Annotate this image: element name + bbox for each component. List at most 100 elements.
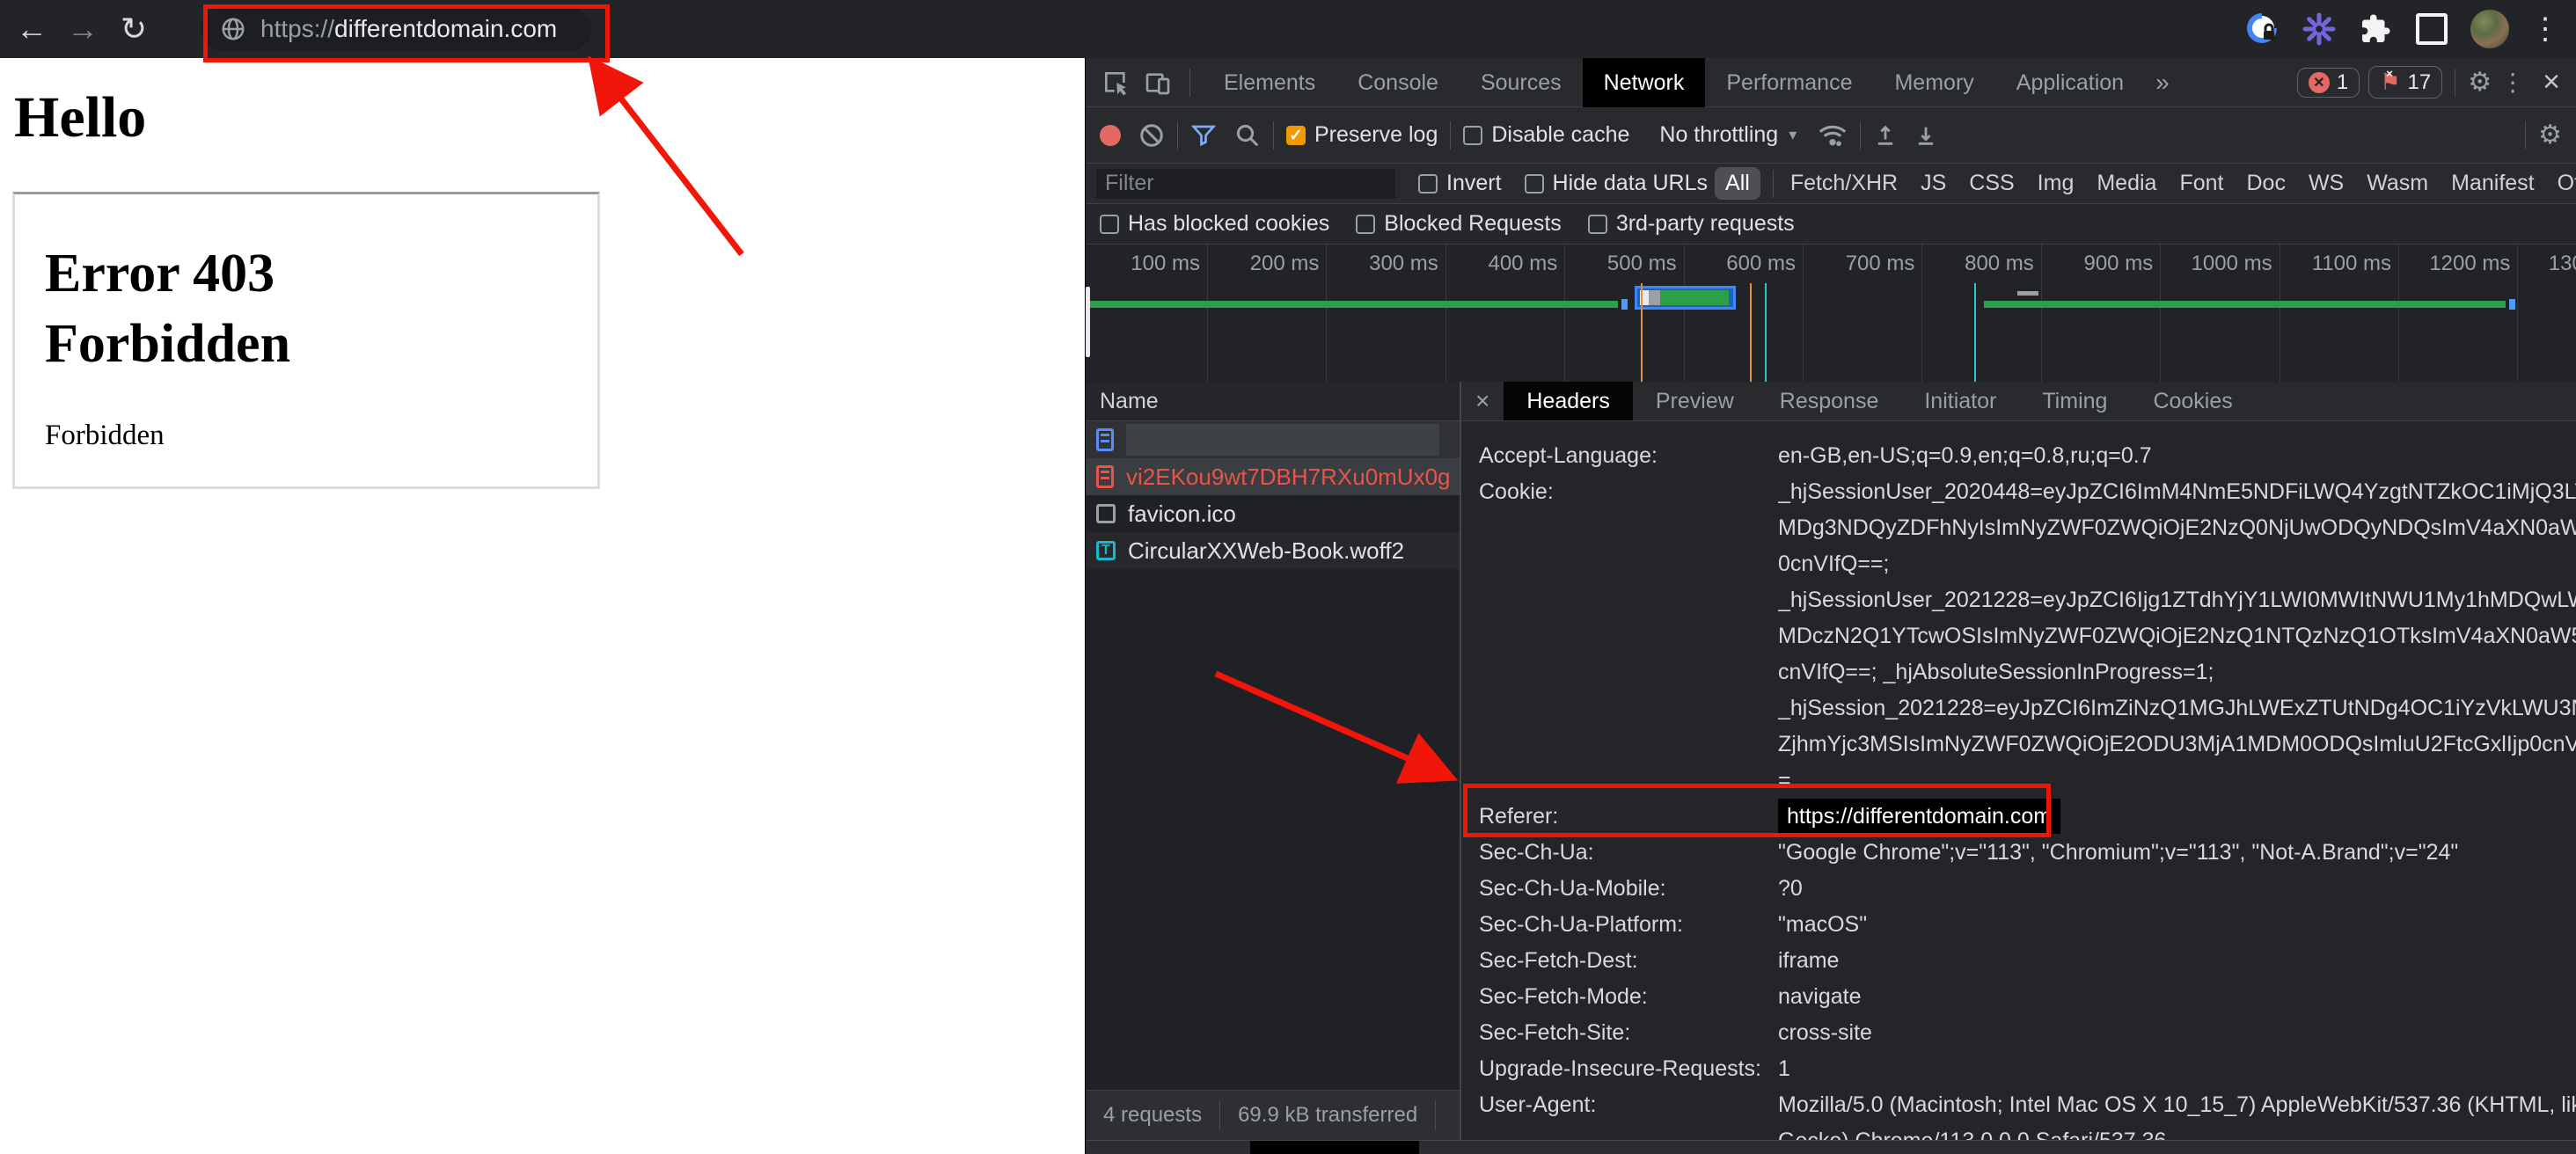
network-conditions-icon[interactable] [1818,121,1848,150]
search-icon[interactable] [1234,122,1261,149]
header-row-sec-ch-ua: Sec-Ch-Ua: "Google Chrome";v="113", "Chr… [1479,835,2576,871]
toolbar-extensions: ⋮ [2245,0,2576,58]
error-heading: Error 403Forbidden [45,238,597,379]
timeline-tick-label: 100 ms [1094,252,1200,276]
tab-response[interactable]: Response [1757,382,1902,420]
tab-initiator[interactable]: Initiator [1901,382,2019,420]
clear-icon[interactable] [1138,122,1165,149]
filter-type-manifest[interactable]: Manifest [2451,171,2534,196]
filter-type-img[interactable]: Img [2038,171,2075,196]
error-badge[interactable]: ✕1 [2297,68,2360,98]
font-icon: T [1096,541,1116,560]
tab-network[interactable]: Network [1583,58,1706,107]
filter-type-font[interactable]: Font [2179,171,2223,196]
filter-funnel-icon[interactable] [1190,122,1217,149]
side-panel-icon[interactable] [2414,11,2449,47]
devtools-close-icon[interactable]: × [2534,65,2569,99]
filter-input[interactable] [1096,169,1395,199]
import-har-icon[interactable] [1873,123,1898,148]
redacted-request-name [1126,424,1439,456]
tab-performance[interactable]: Performance [1705,58,1873,107]
invert-label: Invert [1446,171,1502,196]
extensions-puzzle-icon[interactable] [2358,11,2393,47]
timeline-gridline [1445,245,1446,382]
timeline-gridline [2160,245,2161,382]
devtools-menu-icon[interactable]: ⋮ [2492,68,2534,97]
address-bar[interactable]: https://differentdomain.com [201,7,591,51]
network-main: Name vi2EKou9wt7DBH7RXu0mUx0g favicon.ic… [1086,382,2576,1140]
hide-data-urls-label: Hide data URLs [1553,171,1708,196]
console-drawer-strip [1086,1140,2576,1154]
header-row-sec-fetch-dest: Sec-Fetch-Dest: iframe [1479,943,2576,979]
timeline-event-line [1765,283,1767,382]
filter-type-js[interactable]: JS [1921,171,1946,196]
tab-application[interactable]: Application [1995,58,2145,107]
filter-type-all[interactable]: All [1715,167,1760,200]
request-row[interactable]: T CircularXXWeb-Book.woff2 [1086,532,1460,569]
globe-icon [220,16,246,42]
request-row[interactable]: favicon.ico [1086,495,1460,532]
rendered-page: Hello Error 403Forbidden Forbidden [0,58,1085,1154]
timeline-tick-label: 1200 ms [2404,252,2510,276]
header-row-cookie: Cookie: _hjSessionUser_2020448=eyJpZCI6I… [1479,474,2576,799]
browser-menu-icon[interactable]: ⋮ [2530,0,2560,58]
starburst-extension-icon[interactable] [2302,11,2337,47]
throttling-select[interactable]: No throttling [1659,122,1778,148]
hide-data-urls-checkbox[interactable] [1525,174,1544,194]
request-row[interactable]: vi2EKou9wt7DBH7RXu0mUx0g [1086,458,1460,495]
filter-type-css[interactable]: CSS [1969,171,2014,196]
timeline-event-line [1750,283,1752,382]
reload-icon[interactable]: ↻ [114,0,153,58]
name-column-header[interactable]: Name [1086,382,1460,421]
network-settings-icon[interactable]: ⚙ [2538,120,2562,150]
filter-type-media[interactable]: Media [2097,171,2156,196]
privacy-extension-icon[interactable] [2245,11,2280,47]
network-overview-timeline[interactable]: 100 ms200 ms300 ms400 ms500 ms600 ms700 … [1086,245,2576,383]
third-party-requests-checkbox[interactable] [1588,215,1607,234]
devtools-settings-icon[interactable]: ⚙ [2468,67,2492,98]
filter-type-wasm[interactable]: Wasm [2367,171,2428,196]
filter-type-fetch[interactable]: Fetch/XHR [1790,171,1898,196]
detail-close-icon[interactable]: × [1461,387,1504,415]
more-tabs-icon[interactable]: » [2145,69,2180,97]
image-icon [1096,504,1116,523]
request-details-panel: × Headers Preview Response Initiator Tim… [1461,382,2576,1140]
timeline-grip[interactable] [1086,287,1090,357]
blocked-requests-checkbox[interactable] [1356,215,1375,234]
forward-icon[interactable]: → [63,0,102,58]
tab-headers[interactable]: Headers [1504,382,1633,420]
has-blocked-cookies-checkbox[interactable] [1100,215,1119,234]
export-har-icon[interactable] [1914,123,1938,148]
tab-cookies[interactable]: Cookies [2130,382,2255,420]
tab-preview[interactable]: Preview [1633,382,1757,420]
tab-sources[interactable]: Sources [1460,58,1583,107]
back-icon[interactable]: ← [12,0,51,58]
device-toolbar-icon[interactable] [1138,69,1177,97]
invert-checkbox[interactable] [1418,174,1438,194]
request-row[interactable] [1086,421,1460,458]
header-row-upgrade-insecure: Upgrade-Insecure-Requests: 1 [1479,1051,2576,1087]
third-party-requests-label: 3rd-party requests [1616,211,1795,237]
tab-elements[interactable]: Elements [1203,58,1336,107]
header-row-accept-language: Accept-Language: en-GB,en-US;q=0.9,en;q=… [1479,438,2576,474]
filter-type-ws[interactable]: WS [2309,171,2344,196]
preserve-log-label: Preserve log [1314,122,1438,148]
tab-timing[interactable]: Timing [2019,382,2130,420]
profile-avatar[interactable] [2470,10,2509,48]
record-icon[interactable] [1100,125,1121,146]
timeline-event-line [1974,283,1976,382]
blocked-requests-label: Blocked Requests [1384,211,1562,237]
page-heading: Hello [14,84,1085,151]
filter-type-doc[interactable]: Doc [2246,171,2285,196]
timeline-tick-label: 700 ms [1809,252,1914,276]
waterfall-bar [1984,301,2506,308]
tab-console[interactable]: Console [1336,58,1460,107]
disable-cache-checkbox[interactable] [1463,126,1482,145]
timeline-event-line [1641,283,1643,382]
inspect-element-icon[interactable] [1093,69,1138,97]
preserve-log-checkbox[interactable]: ✓ [1286,126,1306,145]
filter-type-other[interactable]: Other [2558,171,2576,196]
network-options-row: Has blocked cookies Blocked Requests 3rd… [1086,204,2576,245]
tab-memory[interactable]: Memory [1873,58,1994,107]
issues-badge[interactable]: ⚑×17 [2368,66,2442,99]
